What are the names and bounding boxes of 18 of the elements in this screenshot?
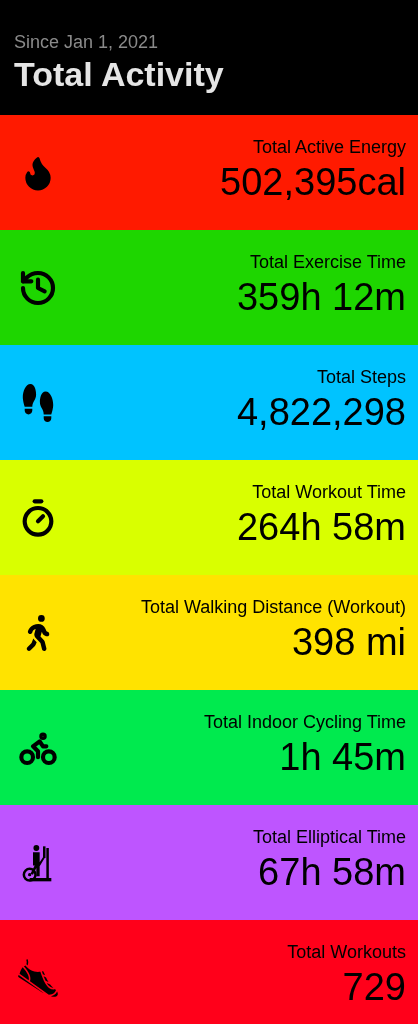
stat-label: Total Workouts [287,940,406,964]
stat-value: 4,822,298 [236,389,406,435]
stat-value: 398 mi [291,619,406,665]
stat-value: 67h 58m [258,849,406,895]
stat-value: 264h 58m [237,504,406,550]
page-title: Total Activity [14,54,224,94]
stat-value: 502,395cal [220,159,406,205]
stat-value: 1h 45m [279,734,406,780]
subtitle: Since Jan 1, 2021 [14,31,159,54]
stat-label: Total Steps [316,365,406,389]
stat-value: 359h 12m [237,274,406,320]
stat-label: Total Workout Time [252,480,406,504]
stat-label: Total Active Energy [252,135,406,159]
stat-label: Total Exercise Time [249,250,406,274]
stat-label: Total Elliptical Time [252,825,406,849]
stat-label: Total Walking Distance (Workout) [140,595,406,619]
stat-label: Total Indoor Cycling Time [203,710,406,734]
stat-value: 729 [342,964,406,1010]
